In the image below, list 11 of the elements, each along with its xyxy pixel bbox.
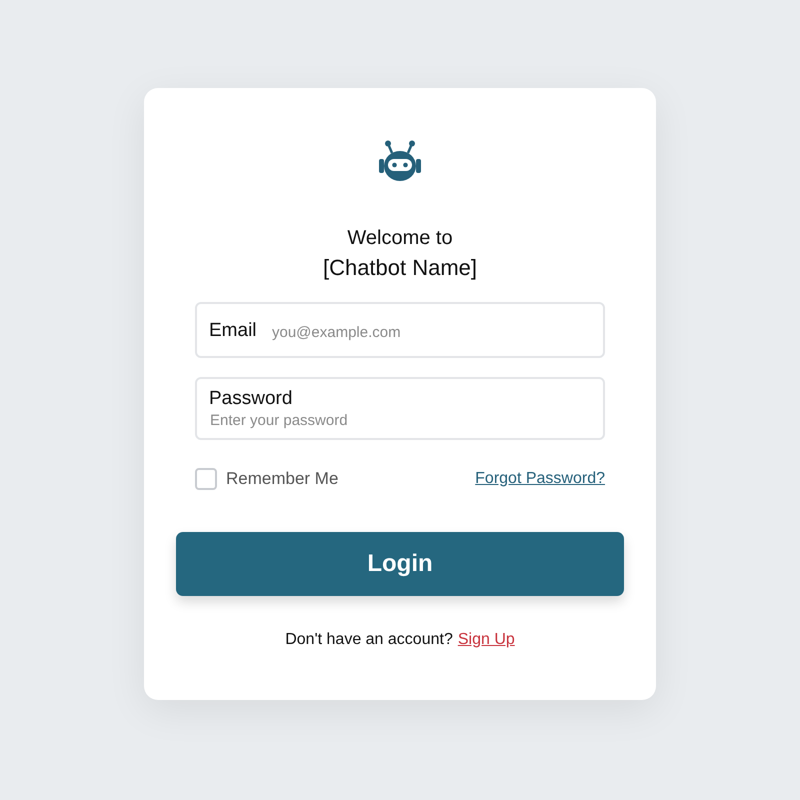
robot-icon: [379, 140, 421, 182]
remember-label: Remember Me: [226, 468, 338, 490]
welcome-text: Welcome to: [347, 226, 453, 250]
chatbot-name: [Chatbot Name]: [322, 254, 478, 282]
signup-prompt: Don't have an account?: [285, 630, 453, 650]
login-button[interactable]: Login: [176, 532, 624, 596]
field-label: Email: [209, 319, 257, 343]
sign-up-link[interactable]: Sign Up: [458, 628, 515, 652]
forgot-password-link[interactable]: Forgot Password?: [475, 466, 605, 491]
field-label: Password: [209, 387, 292, 411]
checkbox[interactable]: [195, 468, 217, 490]
